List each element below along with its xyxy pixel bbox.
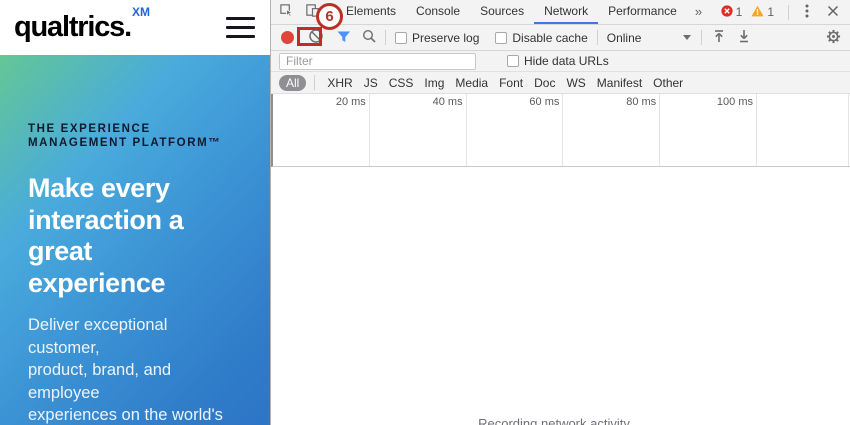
tab-performance[interactable]: Performance	[598, 0, 687, 24]
eyebrow-line: THE EXPERIENCE	[28, 123, 151, 135]
devtools-tabbar: Elements Console Sources Network Perform…	[271, 0, 850, 25]
network-overview-timeline[interactable]: 20 ms 40 ms 60 ms 80 ms 100 ms	[271, 94, 850, 167]
eyebrow-heading: THE EXPERIENCE MANAGEMENT PLATFORM™	[28, 122, 242, 151]
divider	[701, 30, 703, 45]
device-toolbar-icon	[305, 3, 320, 21]
type-filter-other[interactable]: Other	[653, 76, 683, 90]
import-har-button[interactable]	[712, 29, 726, 46]
divider	[596, 30, 598, 45]
type-filter-all[interactable]: All	[279, 74, 307, 91]
type-filter-ws[interactable]: WS	[566, 76, 585, 90]
error-count: 1	[735, 5, 743, 19]
throttling-value: Online	[606, 30, 642, 45]
timeline-tick: 60 ms	[467, 94, 564, 166]
search-button[interactable]	[362, 29, 376, 46]
eyebrow-line: MANAGEMENT PLATFORM™	[28, 137, 222, 150]
more-tabs-button[interactable]: »	[687, 0, 710, 24]
timeline-tick: 100 ms	[660, 94, 757, 166]
type-filter-font[interactable]: Font	[499, 76, 523, 90]
hero-heading: Make every interaction a great experienc…	[28, 173, 242, 300]
paragraph-line: experiences on the world's #1 XM	[28, 405, 223, 424]
inspect-cursor-icon	[279, 3, 294, 21]
error-icon	[721, 4, 733, 20]
divider	[385, 30, 386, 45]
hide-data-urls-label: Hide data URLs	[524, 54, 609, 68]
record-network-log-button[interactable]	[281, 31, 294, 44]
warning-count-badge[interactable]: 1	[751, 5, 774, 20]
inspect-element-button[interactable]	[273, 0, 299, 24]
logo-xm-superscript: XM	[131, 5, 150, 20]
heading-line: interaction a great	[28, 204, 184, 267]
logo-text: qualtrics.	[14, 11, 132, 43]
disable-cache-label: Disable cache	[512, 30, 588, 45]
hero-section: THE EXPERIENCE MANAGEMENT PLATFORM™ Make…	[0, 55, 270, 425]
screenshot-root: qualtrics.XM THE EXPERIENCE MANAGEMENT P…	[0, 0, 850, 425]
divider	[314, 75, 316, 90]
search-icon	[362, 29, 376, 46]
tab-sources[interactable]: Sources	[470, 0, 534, 24]
devtools-panel: Elements Console Sources Network Perform…	[270, 0, 850, 425]
tabbar-right-controls: 1 1	[721, 0, 850, 24]
network-settings-button[interactable]	[826, 29, 841, 47]
type-filter-css[interactable]: CSS	[389, 76, 414, 90]
type-filter-media[interactable]: Media	[455, 76, 488, 90]
filter-input[interactable]	[279, 52, 476, 70]
disable-cache-checkbox[interactable]: Disable cache	[495, 30, 588, 45]
chevron-down-icon	[683, 35, 692, 40]
tab-console[interactable]: Console	[406, 0, 470, 24]
recording-status-message: Recording network activity…	[478, 416, 643, 425]
clear-network-log-button[interactable]	[308, 28, 324, 47]
resource-type-filter-row: All XHR JS CSS Img Media Font Doc WS Man…	[271, 72, 850, 94]
hero-paragraph: Deliver exceptional customer, product, b…	[28, 314, 242, 425]
download-arrow-icon	[737, 29, 751, 46]
timeline-tick: 40 ms	[370, 94, 467, 166]
network-toolbar: Preserve log Disable cache Online	[271, 25, 850, 51]
kebab-menu-icon	[805, 4, 809, 21]
type-filter-doc[interactable]: Doc	[534, 76, 555, 90]
paragraph-line: Deliver exceptional customer,	[28, 316, 168, 357]
error-count-badge[interactable]: 1	[721, 4, 743, 20]
hamburger-menu-icon[interactable]	[226, 17, 256, 38]
checkbox-box	[395, 31, 407, 44]
warning-icon	[751, 5, 764, 20]
type-filter-js[interactable]: JS	[364, 76, 378, 90]
tab-elements[interactable]: Elements	[336, 0, 406, 24]
heading-line: experience	[28, 268, 166, 299]
heading-line: Make every	[28, 172, 170, 203]
qualtrics-logo[interactable]: qualtrics.XM	[14, 6, 150, 43]
site-header: qualtrics.XM	[0, 0, 270, 55]
block-clear-icon	[308, 28, 324, 47]
export-har-button[interactable]	[737, 29, 751, 46]
preserve-log-label: Preserve log	[412, 30, 480, 45]
funnel-icon	[337, 30, 351, 46]
timeline-tick: 20 ms	[273, 94, 370, 166]
throttling-dropdown[interactable]: Online	[607, 31, 692, 45]
divider	[330, 4, 331, 20]
type-filter-xhr[interactable]: XHR	[327, 76, 352, 90]
tab-network[interactable]: Network	[534, 0, 599, 24]
paragraph-line: product, brand, and employee	[28, 361, 172, 402]
devtools-menu-button[interactable]	[794, 0, 820, 24]
checkbox-box	[495, 31, 508, 44]
upload-arrow-icon	[712, 29, 726, 46]
timeline-tick: 80 ms	[563, 94, 661, 166]
gear-icon	[826, 29, 841, 47]
devtools-close-button[interactable]	[820, 0, 846, 24]
qualtrics-site-panel: qualtrics.XM THE EXPERIENCE MANAGEMENT P…	[0, 0, 270, 425]
timeline-tick-blank	[757, 94, 849, 166]
divider	[788, 4, 789, 20]
filter-toggle-button[interactable]	[337, 30, 351, 46]
checkbox-box	[507, 55, 519, 67]
type-filter-img[interactable]: Img	[424, 76, 444, 90]
preserve-log-checkbox[interactable]: Preserve log	[395, 31, 479, 45]
type-filter-manifest[interactable]: Manifest	[597, 76, 642, 90]
hide-data-urls-checkbox[interactable]: Hide data URLs	[507, 54, 609, 68]
network-filter-row: Hide data URLs	[271, 51, 850, 72]
device-toolbar-button[interactable]	[299, 0, 325, 24]
warning-count: 1	[767, 5, 774, 19]
close-icon	[827, 5, 839, 20]
